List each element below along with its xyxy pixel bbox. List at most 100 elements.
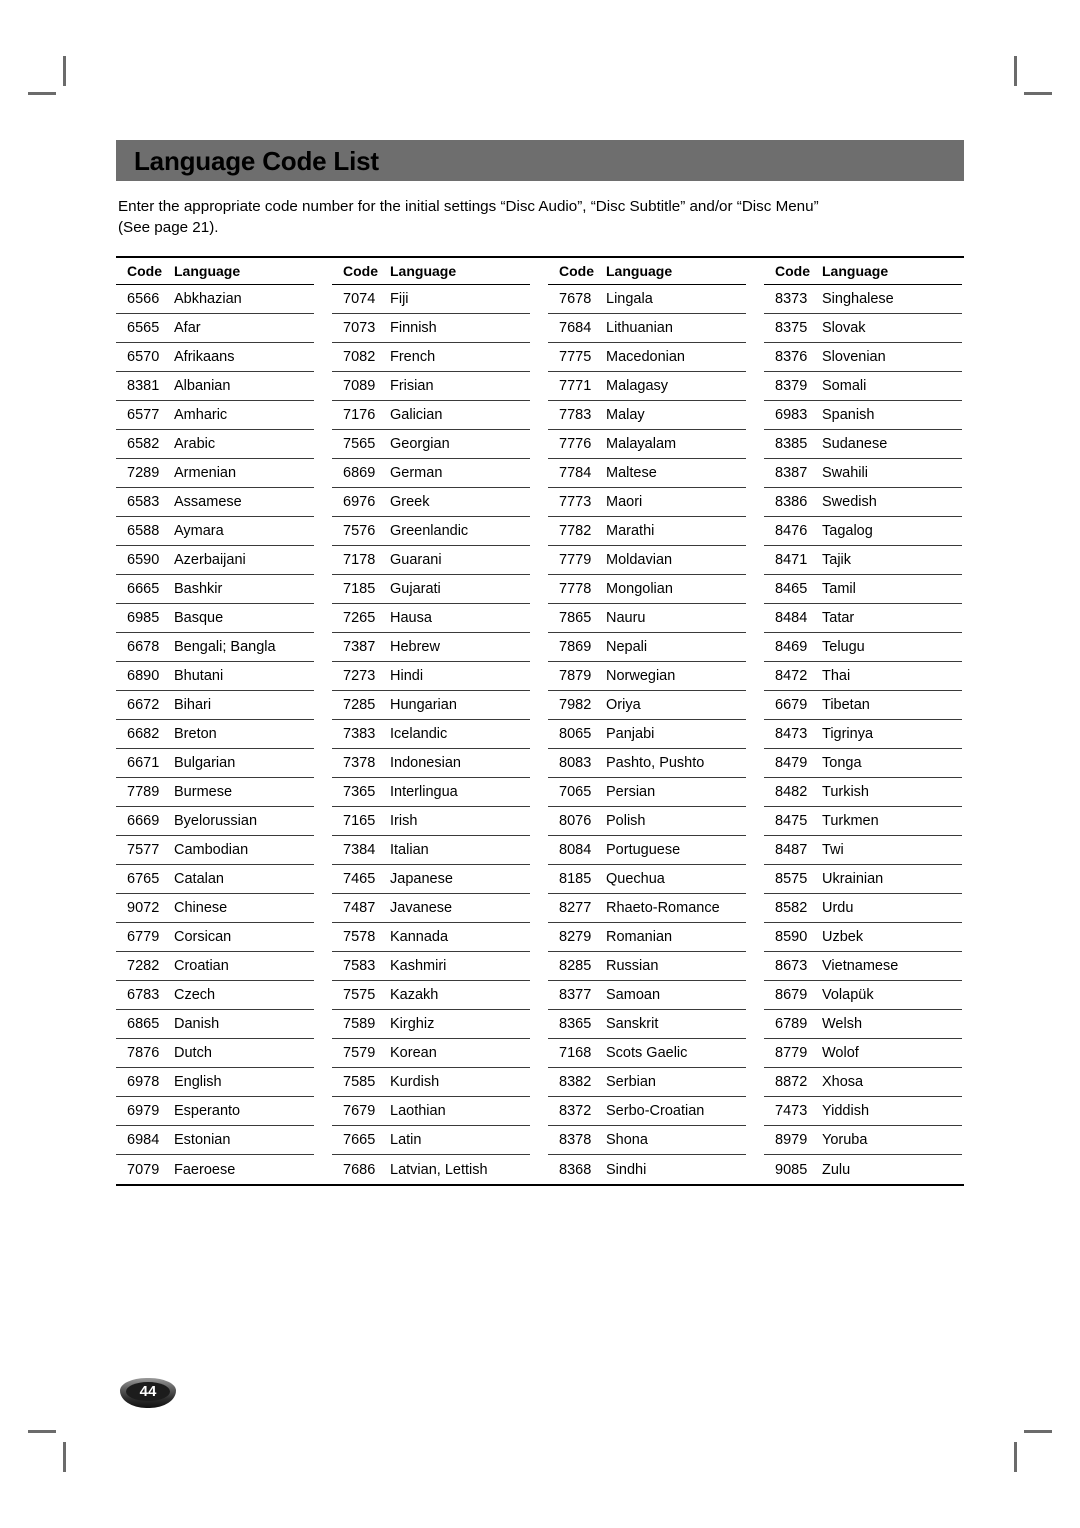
column-header-code: Code: [559, 263, 594, 279]
cell-language: Marathi: [606, 523, 655, 539]
cell-code: 7778: [559, 581, 592, 597]
table-row: 7082 French: [332, 343, 530, 372]
cell-code: 7383: [343, 726, 376, 742]
crop-mark-bottom-left-vertical: [63, 1442, 66, 1472]
cell-code: 7384: [343, 842, 376, 858]
cell-language: Arabic: [174, 436, 216, 452]
table-row: 7575 Kazakh: [332, 981, 530, 1010]
cell-code: 8379: [775, 378, 808, 394]
table-row: 7783 Malay: [548, 401, 746, 430]
cell-code: 8487: [775, 842, 808, 858]
table-row: 8779 Wolof: [764, 1039, 962, 1068]
table-row: 7185 Gujarati: [332, 575, 530, 604]
cell-language: Fiji: [390, 291, 409, 307]
table-row: 6577 Amharic: [116, 401, 314, 430]
table-row: 8084 Portuguese: [548, 836, 746, 865]
cell-language: Welsh: [822, 1016, 863, 1032]
cell-code: 7176: [343, 407, 376, 423]
cell-code: 7789: [127, 784, 160, 800]
crop-mark-bottom-left-horizontal: [28, 1430, 56, 1433]
cell-language: Bulgarian: [174, 755, 236, 771]
cell-language: Malayalam: [606, 436, 677, 452]
cell-code: 8185: [559, 871, 592, 887]
cell-code: 8084: [559, 842, 592, 858]
cell-language: Abkhazian: [174, 291, 242, 307]
table-row: 7265 Hausa: [332, 604, 530, 633]
cell-code: 7684: [559, 320, 592, 336]
table-row: 6978 English: [116, 1068, 314, 1097]
table-row: 8475 Turkmen: [764, 807, 962, 836]
cell-language: Kazakh: [390, 987, 439, 1003]
cell-code: 8065: [559, 726, 592, 742]
cell-code: 6983: [775, 407, 808, 423]
cell-code: 7165: [343, 813, 376, 829]
cell-code: 8373: [775, 291, 808, 307]
cell-code: 7273: [343, 668, 376, 684]
cell-language: Catalan: [174, 871, 224, 887]
table-row: 7782 Marathi: [548, 517, 746, 546]
cell-language: Samoan: [606, 987, 661, 1003]
cell-language: Guarani: [390, 552, 442, 568]
column-header-language: Language: [822, 263, 889, 279]
cell-language: Hausa: [390, 610, 432, 626]
cell-language: Bengali; Bangla: [174, 639, 276, 655]
table-bottom-rule: [116, 1184, 964, 1186]
cell-language: Volapük: [822, 987, 874, 1003]
cell-language: Malay: [606, 407, 645, 423]
cell-code: 6783: [127, 987, 160, 1003]
table-row: 6682 Breton: [116, 720, 314, 749]
cell-language: Quechua: [606, 871, 665, 887]
cell-code: 6789: [775, 1016, 808, 1032]
column-header-code: Code: [775, 263, 810, 279]
cell-code: 9085: [775, 1161, 808, 1178]
table-row: 7473 Yiddish: [764, 1097, 962, 1126]
table-row: 8285 Russian: [548, 952, 746, 981]
table-row: 6678 Bengali; Bangla: [116, 633, 314, 662]
cell-code: 8469: [775, 639, 808, 655]
table-row: 9072 Chinese: [116, 894, 314, 923]
cell-language: Esperanto: [174, 1103, 241, 1119]
cell-language: Lithuanian: [606, 320, 673, 336]
cell-code: 8979: [775, 1132, 808, 1148]
table-row: 7784 Maltese: [548, 459, 746, 488]
table-row: 7865 Nauru: [548, 604, 746, 633]
table-row: 7289 Armenian: [116, 459, 314, 488]
cell-language: Malagasy: [606, 378, 669, 394]
intro-line-1: Enter the appropriate code number for th…: [118, 198, 819, 215]
cell-language: Uzbek: [822, 929, 864, 945]
cell-code: 7285: [343, 697, 376, 713]
cell-code: 8679: [775, 987, 808, 1003]
cell-language: Italian: [390, 842, 429, 858]
cell-code: 6869: [343, 465, 376, 481]
cell-language: Turkmen: [822, 813, 879, 829]
table-row: 7273 Hindi: [332, 662, 530, 691]
table-row: 8484 Tatar: [764, 604, 962, 633]
column-header-language: Language: [606, 263, 673, 279]
column-header-code: Code: [343, 263, 378, 279]
table-row: 8476 Tagalog: [764, 517, 962, 546]
cell-language: Laothian: [390, 1103, 446, 1119]
cell-language: Cambodian: [174, 842, 249, 858]
table-row: 7879 Norwegian: [548, 662, 746, 691]
cell-language: Rhaeto-Romance: [606, 900, 720, 916]
cell-language: Kurdish: [390, 1074, 440, 1090]
table-row: 8381 Albanian: [116, 372, 314, 401]
cell-code: 7185: [343, 581, 376, 597]
table-row: 7577 Cambodian: [116, 836, 314, 865]
cell-language: Afar: [174, 320, 201, 336]
cell-code: 7589: [343, 1016, 376, 1032]
table-row: 8382 Serbian: [548, 1068, 746, 1097]
table-row: 8487 Twi: [764, 836, 962, 865]
cell-language: Ukrainian: [822, 871, 884, 887]
cell-code: 7082: [343, 349, 376, 365]
cell-language: Persian: [606, 784, 656, 800]
crop-mark-top-right-vertical: [1014, 56, 1017, 86]
crop-mark-bottom-right-vertical: [1014, 1442, 1017, 1472]
table-columns: Code Language 6566 Abkhazian 6565 Afar 6570 Afr…: [116, 258, 964, 1184]
cell-language: Maltese: [606, 465, 657, 481]
cell-language: Byelorussian: [174, 813, 258, 829]
crop-mark-top-right-horizontal: [1024, 92, 1052, 95]
table-row: 7869 Nepali: [548, 633, 746, 662]
cell-language: Basque: [174, 610, 224, 626]
cell-code: 6678: [127, 639, 160, 655]
